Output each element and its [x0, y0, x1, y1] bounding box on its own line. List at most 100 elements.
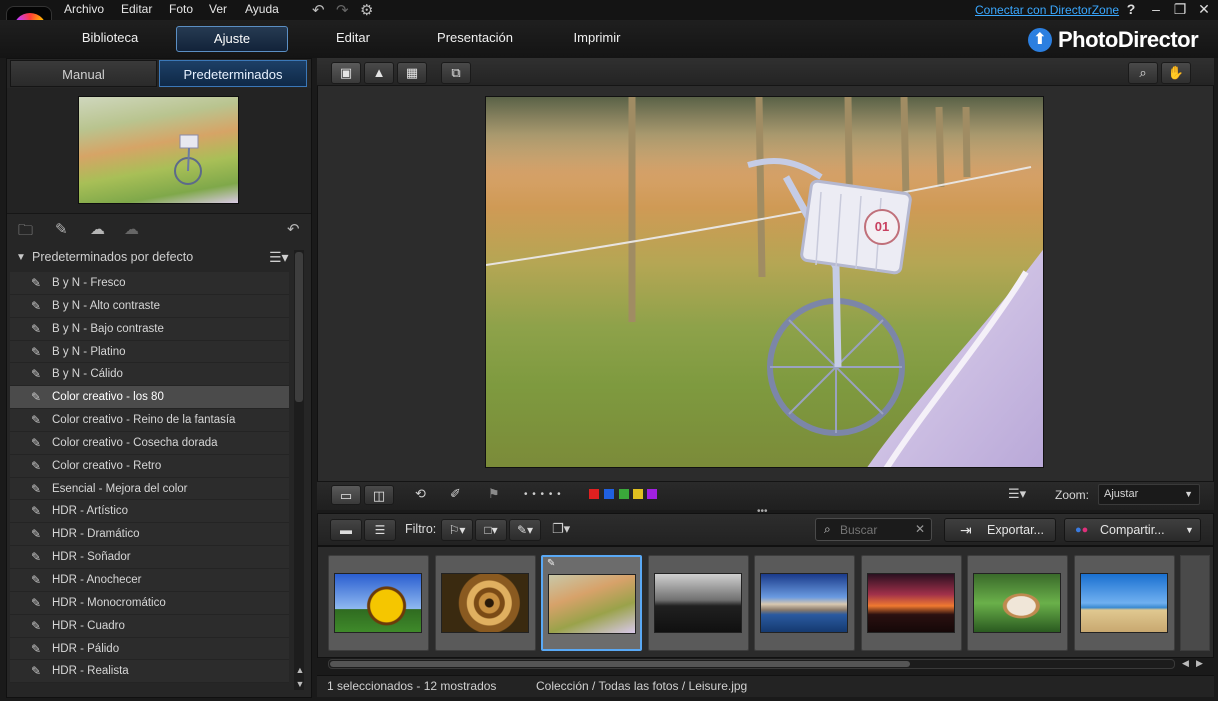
single-photo-mode-icon[interactable]: ▭ — [331, 485, 361, 505]
filter-select-icon[interactable]: □▾ — [475, 519, 507, 541]
label-blue[interactable] — [604, 489, 614, 499]
clear-search-icon[interactable]: ✕ — [915, 522, 925, 536]
search-input[interactable] — [840, 521, 910, 538]
preset-item[interactable]: ✎ HDR - Realista — [10, 660, 289, 684]
main-photo[interactable]: 01 — [485, 96, 1044, 468]
preset-item[interactable]: ✎ HDR - Cuadro — [10, 614, 289, 638]
label-yellow[interactable] — [633, 489, 643, 499]
preset-group-header[interactable]: ▼ Predeterminados por defecto ☰▾ — [10, 247, 296, 269]
preset-item[interactable]: ✎ B y N - Alto contraste — [10, 294, 289, 318]
flag-icon[interactable]: ⚑ — [488, 486, 500, 502]
preset-item[interactable]: ✎ B y N - Platino — [10, 340, 289, 364]
preset-label: B y N - Bajo contraste — [52, 322, 164, 335]
preset-item[interactable]: ✎ Color creativo - Retro — [10, 454, 289, 478]
filmstrip-scrollbar-thumb[interactable] — [330, 661, 910, 667]
restore-button[interactable]: ❐ — [1170, 1, 1190, 18]
grid-view-icon[interactable]: ▦ — [397, 62, 427, 84]
list-options-icon[interactable]: ☰▾ — [269, 249, 289, 266]
preset-item[interactable]: ✎ Color creativo - Cosecha dorada — [10, 431, 289, 455]
preset-item[interactable]: ✎ HDR - Dramático — [10, 523, 289, 547]
thumbnail-sunset-clouds[interactable] — [861, 555, 962, 651]
chevron-down-icon: ▼ — [1184, 489, 1193, 499]
mode-library[interactable]: Biblioteca — [66, 26, 154, 52]
collapse-triangle-icon[interactable]: ▼ — [16, 252, 26, 263]
preset-item-selected[interactable]: ✎ Color creativo - los 80 — [10, 386, 289, 410]
brush-icon: ✎ — [31, 344, 42, 359]
mode-print[interactable]: Imprimir — [556, 26, 638, 52]
help-button[interactable]: ? — [1121, 1, 1141, 17]
preset-item[interactable]: ✎ B y N - Bajo contraste — [10, 317, 289, 341]
svg-text:01: 01 — [875, 219, 889, 234]
undo-icon[interactable]: ↶ — [312, 1, 325, 19]
preset-item[interactable]: ✎ HDR - Monocromático — [10, 591, 289, 615]
cloud-upload-icon[interactable]: ☁ — [124, 220, 139, 238]
cloud-download-icon[interactable]: ☁ — [90, 220, 105, 238]
zoom-magnifier-icon[interactable]: ⌕ — [1128, 62, 1158, 84]
scroll-left-icon[interactable]: ◀ — [1182, 658, 1189, 669]
preset-item[interactable]: ✎ HDR - Anochecer — [10, 568, 289, 592]
filter-edit-icon[interactable]: ✎▾ — [509, 519, 541, 541]
pan-hand-icon[interactable]: ✋ — [1161, 62, 1191, 84]
rotate-icon[interactable]: ⟲ — [415, 486, 426, 502]
label-red[interactable] — [589, 489, 599, 499]
preset-item[interactable]: ✎ HDR - Pálido — [10, 637, 289, 661]
copy-stack-icon[interactable]: ❐▾ — [552, 521, 570, 537]
preset-scrollbar-thumb[interactable] — [295, 252, 303, 402]
mode-adjust[interactable]: Ajuste — [176, 26, 288, 52]
close-button[interactable]: ✕ — [1194, 1, 1214, 18]
scroll-down-icon[interactable]: ▼ — [294, 679, 306, 689]
preset-item[interactable]: ✎ B y N - Cálido — [10, 363, 289, 387]
eraser-icon[interactable]: ✐ — [450, 486, 461, 502]
menu-foto[interactable]: Foto — [169, 2, 193, 16]
preset-item[interactable]: ✎ HDR - Artístico — [10, 500, 289, 524]
thumbnail-coast-town[interactable] — [754, 555, 855, 651]
tab-presets[interactable]: Predeterminados — [159, 60, 307, 87]
thumbnail-spiral-shell[interactable] — [435, 555, 536, 651]
thumbnail-image — [654, 573, 742, 633]
menu-ayuda[interactable]: Ayuda — [245, 2, 279, 16]
sort-options-icon[interactable]: ☰▾ — [1008, 486, 1026, 502]
preset-item[interactable]: ✎ B y N - Fresco — [10, 272, 289, 295]
filter-label: Filtro: — [405, 522, 437, 536]
redo-icon[interactable]: ↷ — [336, 1, 349, 19]
filmstrip-view-icon[interactable]: ▬ — [330, 519, 362, 541]
thumbnail-beach-couple[interactable] — [1074, 555, 1175, 651]
zoom-select[interactable]: Ajustar ▼ — [1098, 484, 1200, 505]
star-rating-dots[interactable]: • • • • • — [524, 489, 562, 500]
list-view-icon[interactable]: ☰ — [364, 519, 396, 541]
preset-label: HDR - Artístico — [52, 505, 129, 518]
connect-directorzone-link[interactable]: Conectar con DirectorZone — [975, 3, 1119, 17]
single-view-icon[interactable]: ▣ — [331, 62, 361, 84]
tab-manual[interactable]: Manual — [10, 60, 157, 87]
thumbnail-bicycle-selected[interactable]: ✎ — [541, 555, 642, 651]
filter-flag-icon[interactable]: ⚐▾ — [441, 519, 473, 541]
folder-add-icon[interactable]: 🗀 — [18, 220, 33, 245]
minimize-button[interactable]: – — [1146, 1, 1166, 17]
mode-slideshow[interactable]: Presentación — [425, 26, 525, 52]
preset-item[interactable]: ✎ Color creativo - Reino de la fantasía — [10, 409, 289, 432]
photo-view-icon[interactable]: ▲ — [364, 62, 394, 84]
share-button[interactable]: ●● Compartir... ▼ — [1064, 518, 1201, 542]
compare-view-icon[interactable]: ⧉ — [441, 62, 471, 84]
menu-ver[interactable]: Ver — [209, 2, 227, 16]
scroll-right-icon[interactable]: ▶ — [1196, 658, 1203, 669]
menu-archivo[interactable]: Archivo — [64, 2, 104, 16]
settings-gear-icon[interactable]: ⚙ — [360, 1, 373, 19]
label-purple[interactable] — [647, 489, 657, 499]
compare-mode-icon[interactable]: ◫ — [364, 485, 394, 505]
preset-item[interactable]: ✎ Esencial - Mejora del color — [10, 477, 289, 501]
mode-edit[interactable]: Editar — [318, 26, 388, 52]
thumbnail-cat-in-grass[interactable] — [967, 555, 1068, 651]
export-button[interactable]: ⇥ Exportar... — [944, 518, 1056, 542]
thumbnail-dark-landscape[interactable] — [648, 555, 749, 651]
brush-edit-icon[interactable]: ✎ — [55, 220, 68, 238]
thumbnail-sunflower[interactable] — [328, 555, 429, 651]
chevron-down-icon[interactable]: ▼ — [1185, 519, 1194, 541]
label-green[interactable] — [619, 489, 629, 499]
reset-icon[interactable]: ↶ — [287, 220, 300, 238]
scroll-up-icon[interactable]: ▲ — [294, 665, 306, 675]
thumbnail-partial[interactable] — [1180, 555, 1210, 651]
preset-item[interactable]: ✎ HDR - Soñador — [10, 546, 289, 569]
menu-editar[interactable]: Editar — [121, 2, 152, 16]
search-box[interactable]: ⌕ ✕ — [815, 518, 932, 541]
